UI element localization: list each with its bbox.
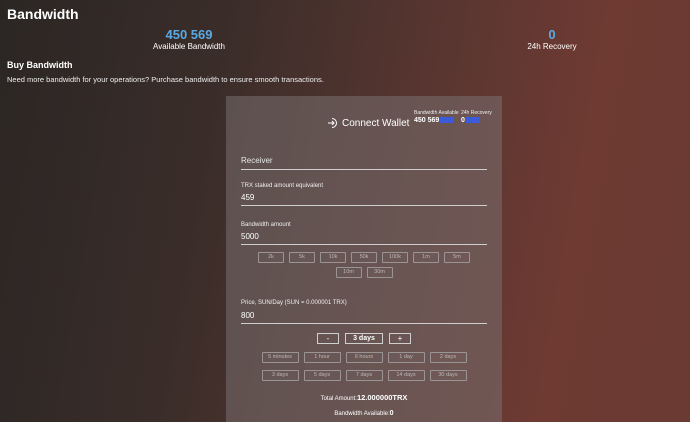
duration-14-days-button[interactable]: 14 days <box>387 370 425 381</box>
trx-amount-value: 459 <box>241 193 255 202</box>
trx-amount-label: TRX staked amount equivalent <box>241 183 324 189</box>
bandwidth-available: Bandwidth Available:0 <box>226 410 502 417</box>
price-value: 800 <box>241 311 255 320</box>
days-value: 3 days <box>345 333 383 344</box>
bandwidth-amount-field[interactable]: Bandwidth amount 5000 <box>241 221 487 245</box>
trx-amount-field[interactable]: TRX staked amount equivalent 459 <box>241 182 487 206</box>
connect-wallet-button[interactable]: Connect Wallet <box>327 117 409 129</box>
mini-available-bar <box>440 117 455 124</box>
duration-5-days-button[interactable]: 5 days <box>303 370 341 381</box>
duration-5-minutes-button[interactable]: 5 minutes <box>261 352 299 363</box>
mini-available: Bandwidth Available 450 569 <box>414 110 459 125</box>
mini-recovery: 24h Recovery 0 <box>461 110 492 125</box>
preset-30m-button[interactable]: 30m <box>366 267 393 278</box>
duration-3-days-button[interactable]: 3 days <box>261 370 299 381</box>
available-bandwidth-value: 450 569 <box>165 27 213 42</box>
mini-available-value: 450 569 <box>414 117 440 124</box>
bandwidth-amount-value: 5000 <box>241 232 259 241</box>
page-title: Bandwidth <box>7 6 79 22</box>
price-label: Price, SUN/Day (SUN = 0.000001 TRX) <box>241 300 347 306</box>
bandwidth-available-value: 0 <box>389 410 394 417</box>
preset-5k-button[interactable]: 5k <box>289 252 315 263</box>
duration-2-days-button[interactable]: 2 days <box>429 352 467 363</box>
mini-recovery-bar <box>465 117 480 124</box>
duration-presets: 5 minutes 1 hour 6 hours 1 day 2 days 3 … <box>226 352 502 381</box>
preset-100k-button[interactable]: 100k <box>382 252 408 263</box>
duration-30-days-button[interactable]: 30 days <box>429 370 467 381</box>
receiver-placeholder: Receiver <box>241 156 273 165</box>
duration-1-day-button[interactable]: 1 day <box>387 352 425 363</box>
preset-1m-button[interactable]: 1m <box>413 252 439 263</box>
buy-panel: Connect Wallet Bandwidth Available 450 5… <box>226 96 502 422</box>
decrease-days-button[interactable]: - <box>317 333 339 344</box>
buy-bandwidth-title: Buy Bandwidth <box>7 60 73 70</box>
recovery-label: 24h Recovery <box>527 42 577 51</box>
total-amount-label: Total Amount: <box>320 396 357 402</box>
recovery-stat: 0 24h Recovery <box>510 28 594 52</box>
mini-recovery-value: 0 <box>461 117 465 124</box>
available-bandwidth-stat: 450 569 Available Bandwidth <box>140 28 238 52</box>
recovery-value: 0 <box>548 27 556 42</box>
duration-6-hours-button[interactable]: 6 hours <box>345 352 383 363</box>
total-amount: Total Amount:12.000000TRX <box>226 393 502 402</box>
price-field[interactable]: Price, SUN/Day (SUN = 0.000001 TRX) 800 <box>241 299 487 324</box>
bandwidth-available-label: Bandwidth Available: <box>334 411 390 417</box>
receiver-input[interactable]: Receiver <box>241 156 487 170</box>
available-bandwidth-label: Available Bandwidth <box>153 42 225 51</box>
duration-stepper: - 3 days + <box>226 333 502 344</box>
bandwidth-presets: 2k 5k 10k 50k 100k 1m 5m 10m 30m <box>226 252 502 278</box>
preset-50k-button[interactable]: 50k <box>351 252 377 263</box>
duration-7-days-button[interactable]: 7 days <box>345 370 383 381</box>
preset-5m-button[interactable]: 5m <box>444 252 470 263</box>
preset-2k-button[interactable]: 2k <box>258 252 284 263</box>
connect-wallet-label: Connect Wallet <box>342 117 410 129</box>
increase-days-button[interactable]: + <box>389 333 411 344</box>
total-amount-value: 12.000000TRX <box>356 393 408 402</box>
duration-1-hour-button[interactable]: 1 hour <box>303 352 341 363</box>
preset-10m-button[interactable]: 10m <box>335 267 362 278</box>
bandwidth-amount-label: Bandwidth amount <box>241 222 291 228</box>
login-arrow-icon <box>328 118 337 128</box>
preset-10k-button[interactable]: 10k <box>320 252 346 263</box>
buy-bandwidth-subtitle: Need more bandwidth for your operations?… <box>7 75 324 84</box>
